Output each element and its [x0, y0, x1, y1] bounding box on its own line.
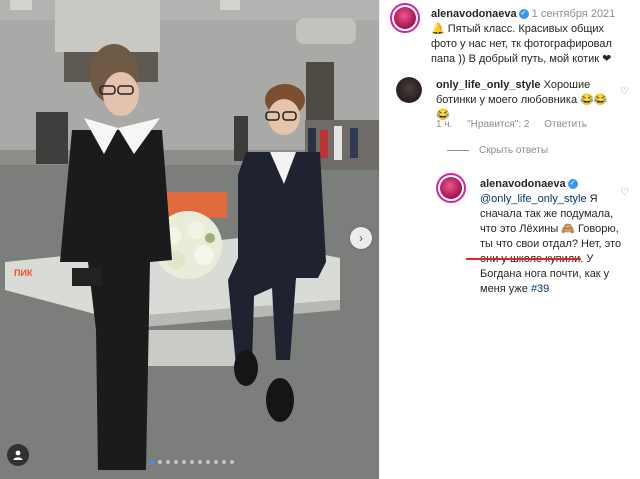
- next-photo-button[interactable]: ›: [350, 227, 372, 249]
- carousel-dot: [182, 460, 186, 464]
- carousel-dot: [206, 460, 210, 464]
- reply-hashtag-link[interactable]: #39: [531, 283, 549, 295]
- carousel-dot: [230, 460, 234, 464]
- carousel-dot: [150, 460, 154, 464]
- carousel-dot: [158, 460, 162, 464]
- heart-outline-icon[interactable]: ♡: [620, 86, 629, 97]
- chevron-right-icon: ›: [359, 231, 363, 245]
- reply-author-avatar[interactable]: [436, 173, 466, 203]
- comment-meta: 1 ч. "Нравится": 2 Ответить: [436, 119, 599, 130]
- carousel-dot: [214, 460, 218, 464]
- verified-badge-icon: ✓: [518, 9, 529, 20]
- post-author-name[interactable]: alenavodonaeva: [431, 8, 517, 20]
- carousel-indicator: [150, 460, 234, 464]
- red-underline-annotation: [466, 258, 581, 260]
- post-photo[interactable]: ПИК ›: [0, 0, 379, 479]
- carousel-dot: [222, 460, 226, 464]
- hide-replies-label: Скрыть ответы: [479, 145, 549, 156]
- photo-sign-text: ПИК: [14, 268, 33, 278]
- reply-mention-link[interactable]: @only_life_only_style: [480, 193, 587, 205]
- comment-reply-button[interactable]: Ответить: [544, 119, 587, 130]
- hide-replies-button[interactable]: Скрыть ответы: [447, 145, 548, 156]
- reply-body: alenavodonaeva ✓ @only_life_only_style Я …: [480, 177, 625, 297]
- carousel-dot: [174, 460, 178, 464]
- caption-text: 🔔 Пятый класс. Красивых общих фото у нас…: [431, 23, 612, 65]
- comment-likes[interactable]: "Нравится": 2: [467, 119, 529, 130]
- hide-replies-line: [447, 149, 469, 151]
- verified-badge-icon: ✓: [567, 179, 578, 190]
- person-tag-icon: [13, 450, 23, 460]
- carousel-dot: [166, 460, 170, 464]
- carousel-dot: [198, 460, 202, 464]
- comment-body: only_life_only_style Хорошие ботинки у м…: [436, 78, 616, 123]
- post-caption: alenavodonaeva ✓ 1 сентября 2021 🔔 Пятый …: [431, 7, 631, 67]
- commenter-avatar[interactable]: [396, 77, 422, 103]
- tagged-people-button[interactable]: [7, 444, 29, 466]
- post-author-avatar[interactable]: [390, 3, 420, 33]
- comment-age: 1 ч.: [436, 119, 453, 130]
- post-photo-illustration: ПИК: [0, 0, 379, 479]
- carousel-dot: [190, 460, 194, 464]
- heart-outline-icon[interactable]: ♡: [620, 187, 629, 198]
- comments-panel: alenavodonaeva ✓ 1 сентября 2021 🔔 Пятый …: [379, 0, 640, 479]
- reply-author-name[interactable]: alenavodonaeva: [480, 178, 566, 190]
- post-date: 1 сентября 2021: [531, 8, 616, 20]
- comment-author-name[interactable]: only_life_only_style: [436, 79, 541, 91]
